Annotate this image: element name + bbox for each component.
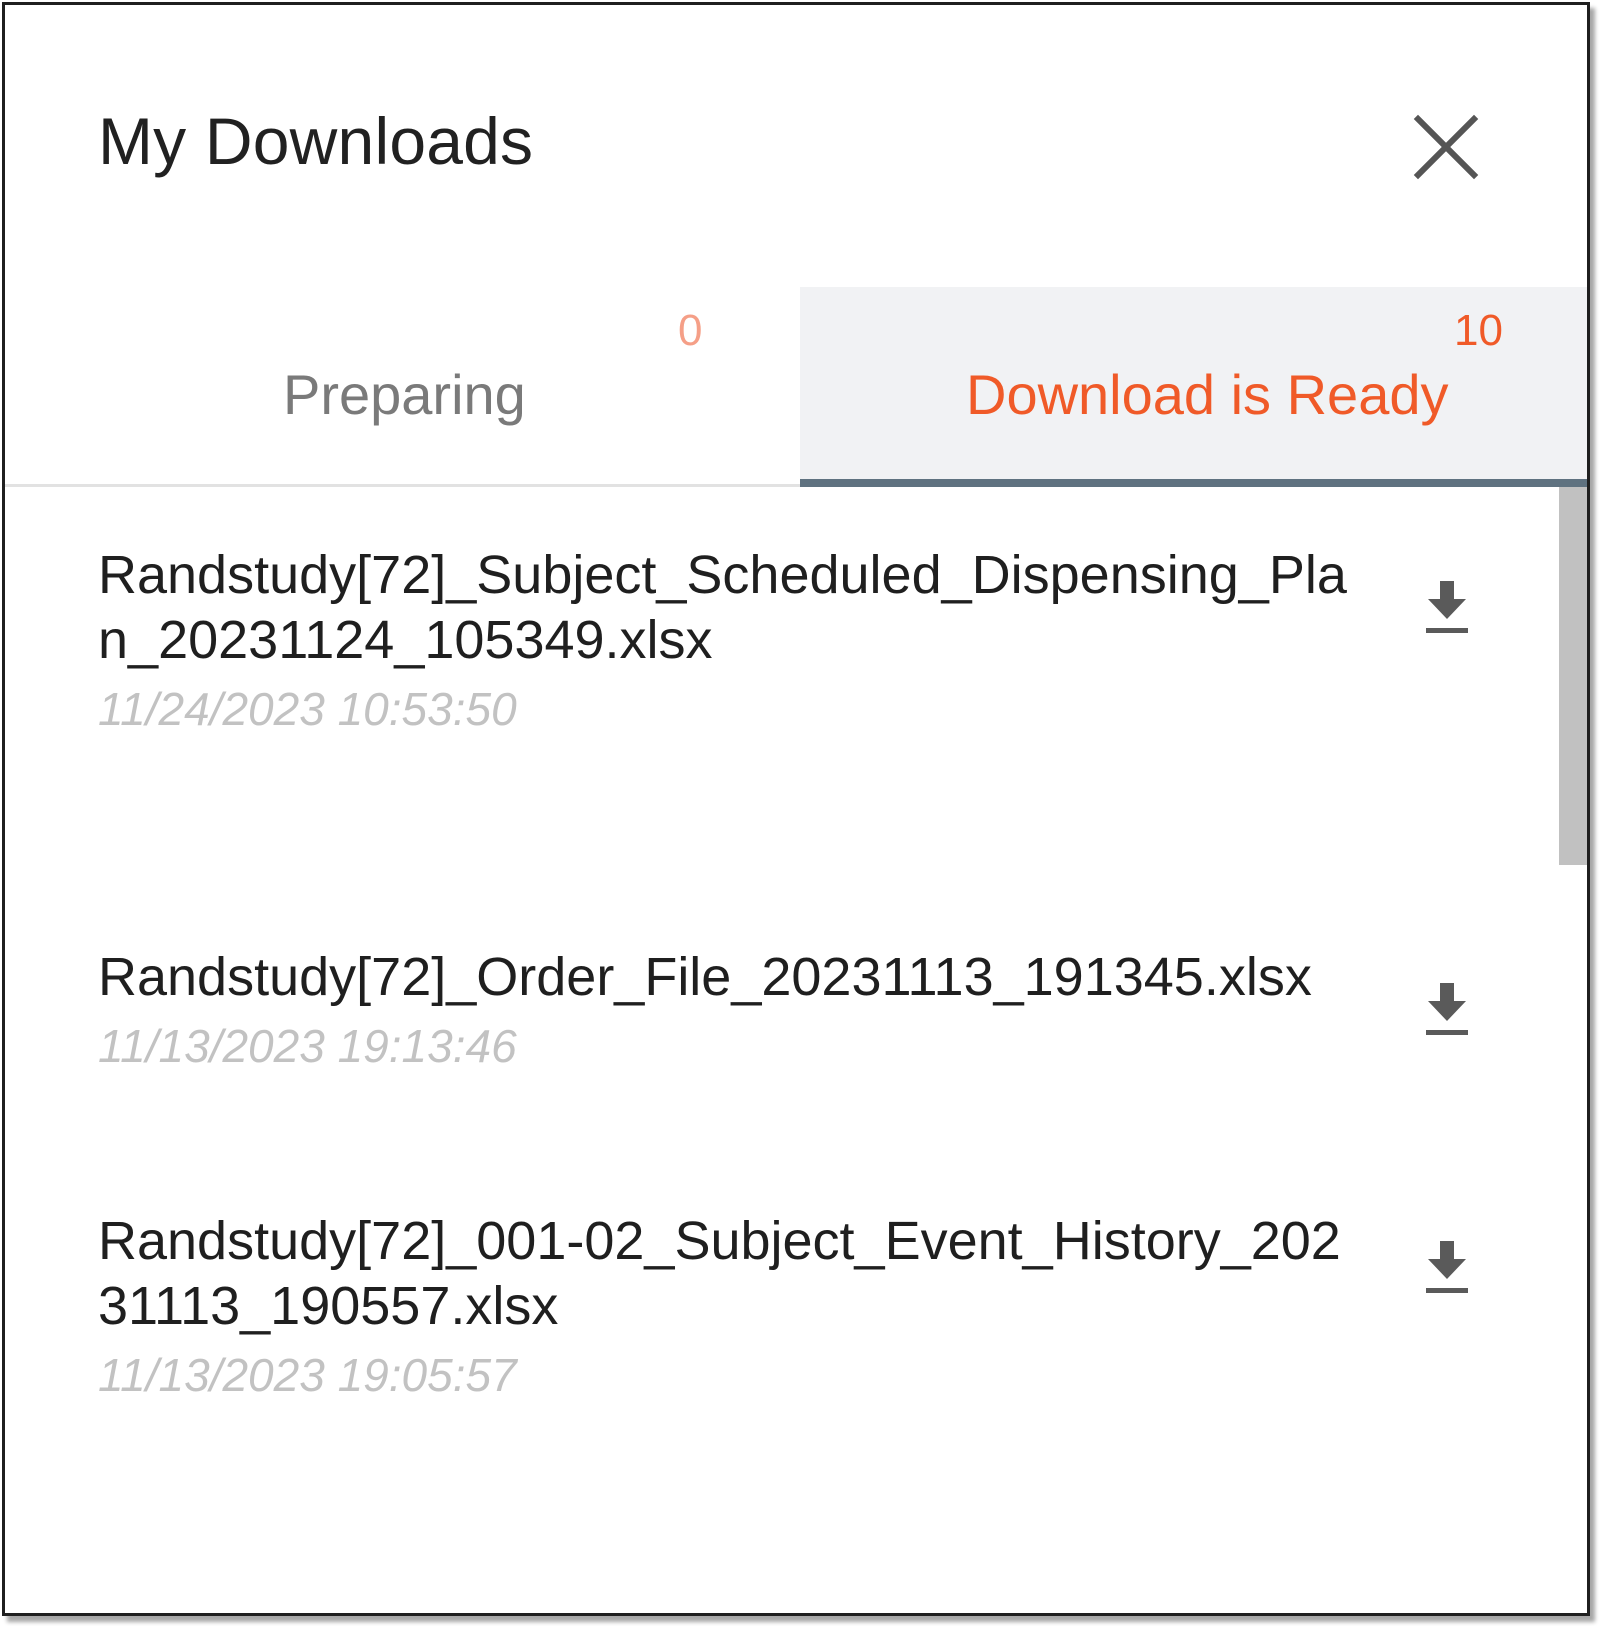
list-item: Randstudy[72]_Subject_Scheduled_Dispensi… [98, 543, 1478, 737]
tab-download-ready[interactable]: 10 Download is Ready [800, 287, 1587, 487]
list-scrollbar[interactable] [1559, 487, 1587, 1613]
list-item: Randstudy[72]_Order_File_20231113_191345… [98, 945, 1478, 1074]
close-button[interactable] [1410, 111, 1482, 183]
download-tabs: 0 Preparing 10 Download is Ready [5, 287, 1587, 487]
download-icon [1426, 1241, 1468, 1293]
download-icon [1426, 983, 1468, 1035]
downloads-dialog: My Downloads 0 Preparing 10 Download is … [2, 2, 1590, 1616]
dialog-header: My Downloads [5, 5, 1587, 285]
tab-preparing-count: 0 [678, 306, 703, 355]
list-item: Randstudy[72]_001-02_Subject_Event_Histo… [98, 1209, 1478, 1403]
tab-download-ready-count: 10 [1454, 306, 1503, 355]
download-timestamp: 11/24/2023 10:53:50 [98, 683, 517, 735]
download-file-name: Randstudy[72]_Order_File_20231113_191345… [98, 947, 1312, 1007]
download-file-name: Randstudy[72]_Subject_Scheduled_Dispensi… [98, 545, 1347, 670]
download-button[interactable] [1423, 579, 1471, 635]
download-file-name: Randstudy[72]_001-02_Subject_Event_Histo… [98, 1211, 1341, 1336]
downloads-list: Randstudy[72]_Subject_Scheduled_Dispensi… [5, 487, 1587, 1613]
dialog-title: My Downloads [98, 104, 534, 178]
download-icon [1426, 581, 1468, 633]
close-icon [1413, 114, 1479, 180]
tab-preparing-label: Preparing [283, 363, 526, 426]
download-timestamp: 11/13/2023 19:13:46 [98, 1020, 517, 1072]
download-timestamp: 11/13/2023 19:05:57 [98, 1349, 517, 1401]
tab-preparing[interactable]: 0 Preparing [5, 287, 800, 484]
download-button[interactable] [1423, 1239, 1471, 1295]
tab-download-ready-label: Download is Ready [966, 363, 1449, 426]
download-button[interactable] [1423, 981, 1471, 1037]
scrollbar-thumb[interactable] [1559, 487, 1587, 865]
